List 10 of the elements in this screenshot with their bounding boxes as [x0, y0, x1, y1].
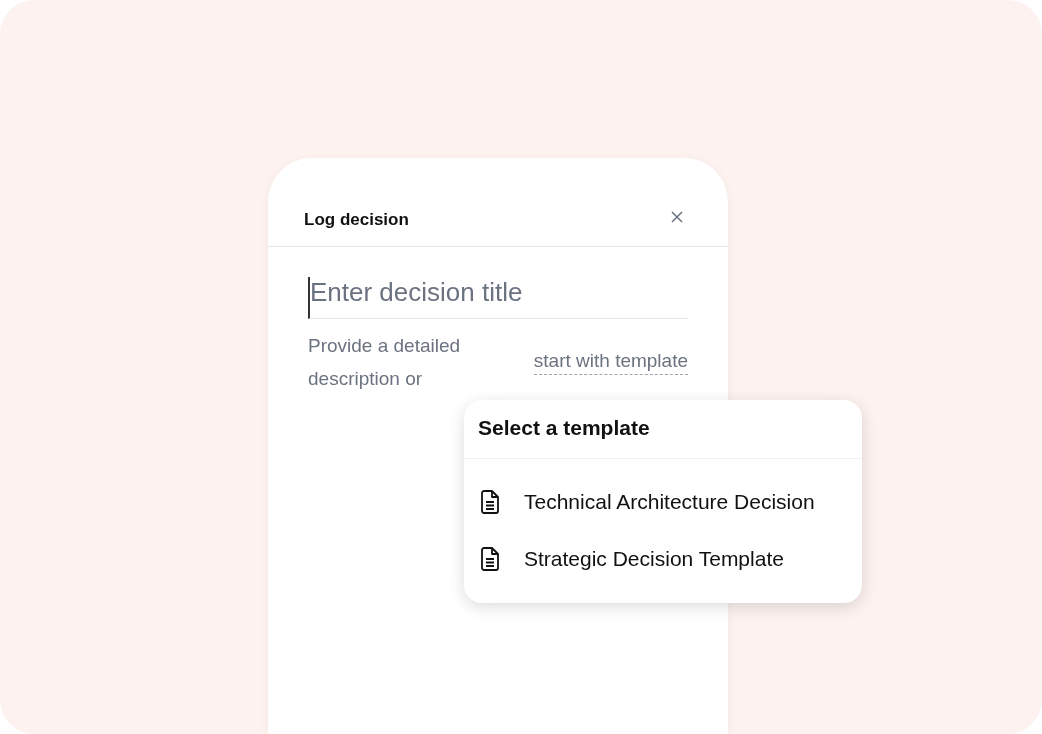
description-hint: Provide a detailed description or: [308, 334, 462, 391]
menu-title: Select a template: [478, 416, 650, 439]
document-icon: [480, 489, 500, 514]
template-link[interactable]: start with template: [533, 349, 688, 375]
dialog-title: Log decision: [304, 210, 409, 230]
close-icon: [670, 210, 684, 224]
title-input-field[interactable]: Enter decision title: [308, 277, 688, 319]
document-icon: [480, 546, 500, 571]
template-item[interactable]: Technical Architecture Decision: [464, 473, 862, 530]
template-item[interactable]: Strategic Decision Template: [464, 530, 862, 587]
